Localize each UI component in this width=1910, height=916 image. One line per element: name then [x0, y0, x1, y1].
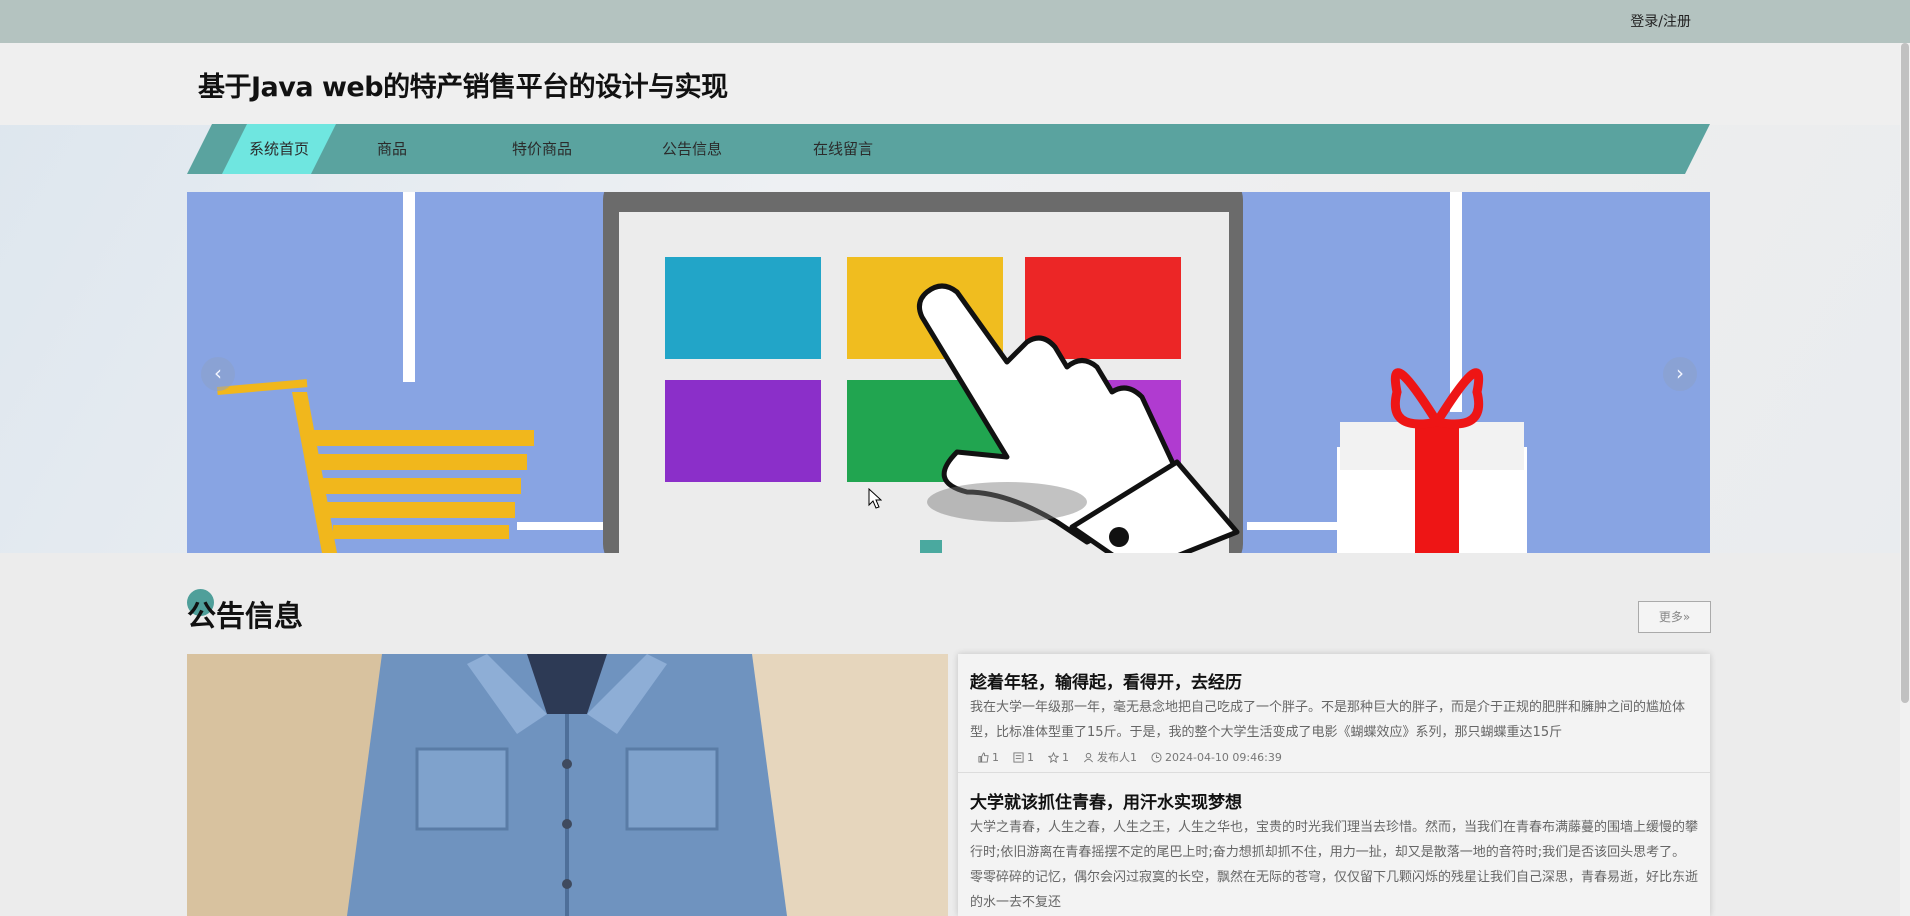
- comments-count: 1: [1013, 749, 1034, 765]
- likes-count: 1: [978, 749, 999, 765]
- login-register-link[interactable]: 登录/注册: [1630, 11, 1691, 31]
- banner-illustration: [217, 192, 1527, 553]
- more-button[interactable]: 更多»: [1638, 601, 1711, 633]
- chevron-left-icon: ‹: [214, 361, 222, 385]
- announcement-title[interactable]: 大学就该抓住青春，用汗水实现梦想: [970, 788, 1698, 813]
- star-icon: [1048, 751, 1059, 763]
- nav-item-messages[interactable]: 在线留言: [788, 124, 898, 174]
- mouse-cursor-icon: [868, 488, 882, 509]
- site-title: 基于Java web的特产销售平台的设计与实现: [198, 72, 728, 103]
- top-bar: 登录/注册: [0, 0, 1910, 43]
- clock-icon: [1151, 751, 1162, 763]
- main-nav: 系统首页 商品 特价商品 公告信息 在线留言: [187, 124, 1710, 174]
- announcement-summary: 大学之青春，人生之春，人生之王，人生之华也，宝贵的时光我们理当去珍惜。然而，当我…: [970, 820, 1699, 910]
- publish-time: 2024-04-10 09:46:39: [1151, 749, 1282, 765]
- banner-next-button[interactable]: ›: [1663, 357, 1697, 391]
- list-divider: [958, 772, 1710, 773]
- page-scrollbar[interactable]: [1900, 43, 1910, 916]
- favorites-count: 1: [1048, 749, 1069, 765]
- banner-carousel[interactable]: [187, 192, 1710, 553]
- nav-item-products[interactable]: 商品: [352, 124, 432, 174]
- announcement-meta: 1 1 1 发布人1 2024-04-10 09:46:39: [970, 749, 1698, 765]
- nav-item-special-products[interactable]: 特价商品: [487, 124, 597, 174]
- announcement-item[interactable]: 大学就该抓住青春，用汗水实现梦想 大学之青春，人生之春，人生之王，人生之华也，宝…: [958, 776, 1710, 915]
- publisher: 发布人1: [1083, 749, 1137, 765]
- section-title-announcements: 公告信息: [187, 599, 304, 633]
- chevron-right-icon: ›: [1676, 361, 1684, 385]
- comment-icon: [1013, 751, 1024, 763]
- announcement-title[interactable]: 趁着年轻，输得起，看得开，去经历: [970, 668, 1698, 693]
- featured-announcement-image[interactable]: [187, 654, 948, 916]
- nav-item-announcements[interactable]: 公告信息: [637, 124, 747, 174]
- denim-jacket-image: [187, 654, 948, 916]
- user-icon: [1084, 752, 1093, 762]
- announcement-item[interactable]: 趁着年轻，输得起，看得开，去经历 我在大学一年级那一年，毫无悬念地把自己吃成了一…: [958, 654, 1710, 765]
- scrollbar-thumb[interactable]: [1901, 43, 1909, 703]
- announcement-list: 趁着年轻，输得起，看得开，去经历 我在大学一年级那一年，毫无悬念地把自己吃成了一…: [958, 654, 1710, 916]
- announcement-summary: 我在大学一年级那一年，毫无悬念地把自己吃成了一个胖子。不是那种巨大的胖子，而是介…: [970, 700, 1686, 740]
- banner-prev-button[interactable]: ‹: [201, 357, 235, 391]
- site-header: 基于Java web的特产销售平台的设计与实现: [0, 43, 1900, 125]
- thumbs-up-icon: [978, 751, 989, 763]
